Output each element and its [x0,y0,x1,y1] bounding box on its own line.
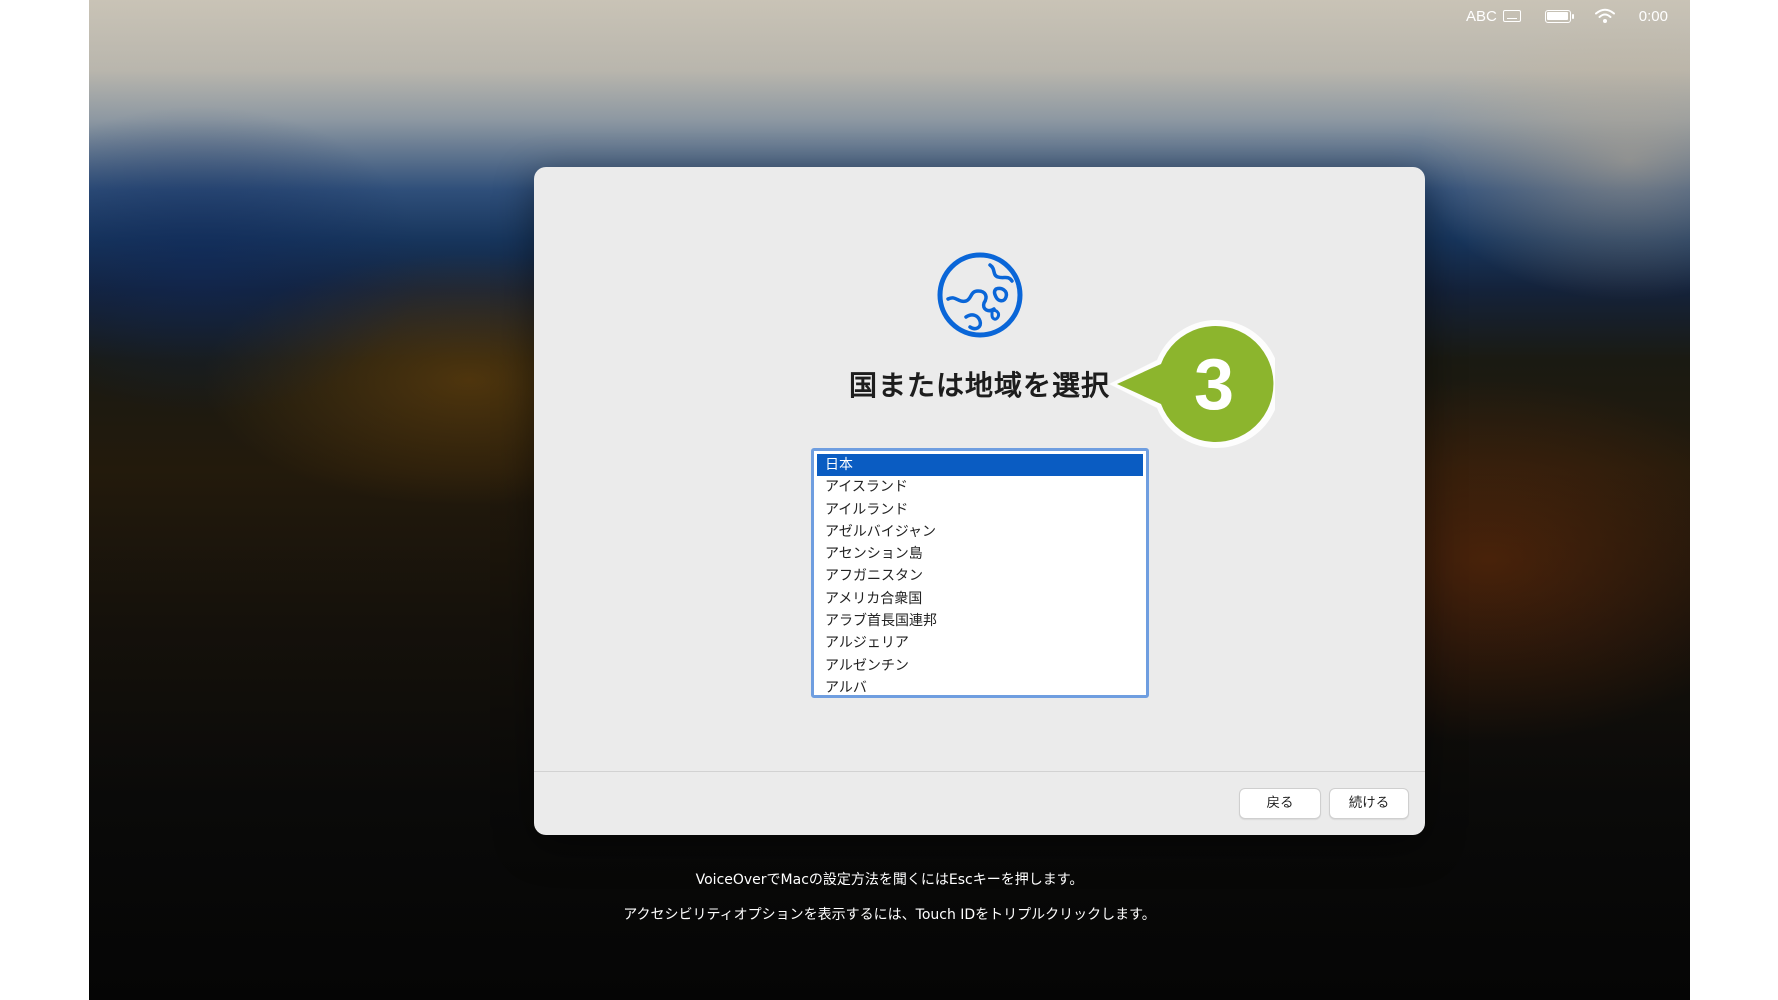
list-item[interactable]: 日本 [817,454,1143,477]
menu-bar-clock[interactable]: 0:00 [1639,8,1668,25]
region-setup-dialog: 国または地域を選択 日本 アイスランド アイルランド アゼルバイジャン アセンション島ア… [534,167,1425,835]
battery-menu[interactable] [1544,9,1574,23]
list-item[interactable]: アルバ [817,677,1143,695]
battery-icon [1544,9,1574,23]
continue-button[interactable]: 続ける [1329,788,1409,819]
dialog-divider [534,771,1425,772]
input-source-menu[interactable]: ABC [1466,8,1521,25]
wifi-icon [1594,8,1615,23]
list-item[interactable]: アルジェリア [817,632,1143,654]
list-item[interactable]: アイルランド [817,499,1143,521]
list-item[interactable]: アルゼンチン [817,655,1143,677]
list-item[interactable]: アイスランド [817,476,1143,498]
back-button[interactable]: 戻る [1239,788,1321,819]
accessibility-hint: アクセシビリティオプションを表示するには、Touch IDをトリプルクリックしま… [623,907,1156,923]
list-item[interactable]: アメリカ合衆国 [817,588,1143,610]
wifi-menu[interactable] [1594,8,1615,24]
voiceover-hint: VoiceOverでMacの設定方法を聞くにはEscキーを押します。 [695,872,1084,888]
step-number: 3 [1193,345,1235,425]
input-source-label: ABC [1465,7,1497,25]
keyboard-icon [1502,10,1521,22]
list-item[interactable]: アセンション島 [817,543,1143,565]
dialog-title: 国または地域を選択 [848,369,1110,402]
globe-icon [937,252,1023,338]
menu-bar: ABC 0:00 [1466,0,1690,32]
list-item[interactable]: アゼルバイジャン [817,521,1143,543]
clock-text: 0:00 [1638,7,1668,25]
desktop-screen: ABC 0:00 国または地域を選択 日本 アイスランド アイルランド アゼルバ… [89,0,1690,1000]
country-list[interactable]: 日本 アイスランド アイルランド アゼルバイジャン アセンション島 アフガニスタン アメリカ… [811,448,1149,698]
list-item[interactable]: アラブ首長国連邦 [817,610,1143,632]
list-item[interactable]: アフガニスタン [817,565,1143,587]
